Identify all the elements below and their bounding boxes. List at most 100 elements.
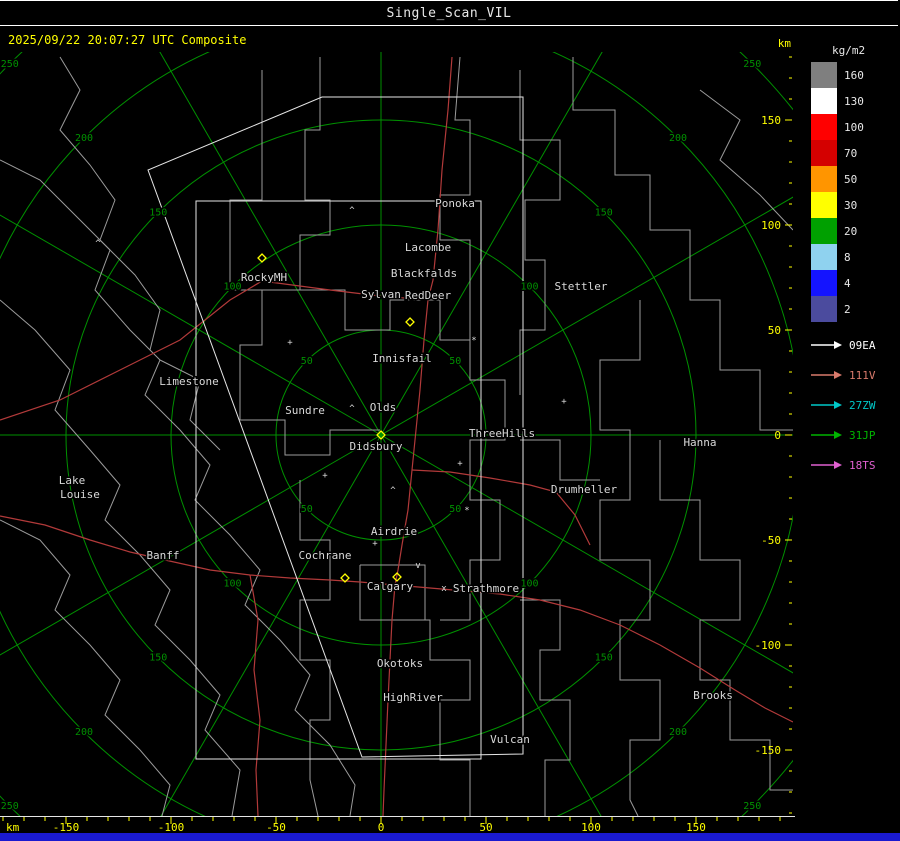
storm-track-id: 27ZW bbox=[849, 398, 876, 412]
county-boundary bbox=[229, 70, 263, 420]
city-label: Strathmore bbox=[453, 582, 519, 595]
city-label: Cochrane bbox=[299, 549, 352, 562]
right-axis-label: 50 bbox=[768, 324, 781, 337]
color-scale-row: 100 bbox=[811, 114, 899, 140]
city-label: Sylvan bbox=[361, 288, 401, 301]
range-ring-label: 100 bbox=[520, 578, 538, 589]
color-scale-value: 70 bbox=[844, 146, 858, 160]
range-ring-label: 200 bbox=[669, 133, 687, 144]
county-boundary bbox=[59, 56, 161, 351]
range-spoke bbox=[380, 52, 603, 436]
county-boundary bbox=[520, 439, 600, 481]
town-marker: + bbox=[287, 338, 293, 348]
range-ring-label: 250 bbox=[743, 59, 761, 70]
town-marker: ^ bbox=[95, 239, 101, 249]
county-boundary bbox=[599, 300, 661, 816]
right-axis-unit: km bbox=[778, 37, 792, 50]
range-ring-label: 100 bbox=[520, 282, 538, 293]
radar-site-marker bbox=[257, 253, 267, 263]
color-swatch bbox=[811, 192, 837, 218]
window-title: Single_Scan_VIL bbox=[386, 5, 512, 21]
county-boundary bbox=[440, 300, 506, 621]
city-label: Olds bbox=[370, 401, 397, 414]
range-ring-label: 100 bbox=[223, 282, 241, 293]
storm-track-row: 111V bbox=[811, 360, 899, 390]
color-scale-value: 130 bbox=[844, 94, 864, 108]
city-label: HighRiver bbox=[383, 691, 443, 704]
town-marker: x bbox=[441, 584, 447, 594]
town-marker: ^ bbox=[390, 486, 396, 496]
county-boundary bbox=[519, 70, 561, 395]
legend-unit-label: kg/m2 bbox=[832, 44, 866, 57]
range-ring-label: 150 bbox=[595, 653, 613, 664]
range-ring-label: 250 bbox=[1, 801, 19, 812]
town-marker: * bbox=[464, 506, 469, 516]
radar-display[interactable]: 50 5050 50100 100100 100150 150150 150200 20020… bbox=[0, 0, 900, 841]
city-label: Limestone bbox=[159, 375, 219, 388]
city-label: Brooks bbox=[693, 689, 733, 702]
right-axis-label: -150 bbox=[755, 744, 782, 757]
color-scale-row: 2 bbox=[811, 296, 899, 322]
right-axis-label: 0 bbox=[774, 429, 781, 442]
city-label: Lake bbox=[59, 474, 86, 487]
storm-track-id: 09EA bbox=[849, 338, 876, 352]
right-axis-label: 100 bbox=[761, 219, 781, 232]
right-axis-label: 150 bbox=[761, 114, 781, 127]
range-spoke bbox=[0, 214, 382, 436]
bottom-scrollbar[interactable] bbox=[0, 833, 900, 841]
city-label: Stettler bbox=[555, 280, 608, 293]
color-scale-row: 130 bbox=[811, 88, 899, 114]
color-scale-value: 2 bbox=[844, 302, 851, 316]
town-marker: + bbox=[372, 539, 378, 549]
city-label: Blackfalds bbox=[391, 267, 457, 280]
color-swatch bbox=[811, 296, 837, 322]
color-scale-row: 20 bbox=[811, 218, 899, 244]
color-scale-value: 100 bbox=[844, 120, 864, 134]
range-ring-label: 50 bbox=[449, 356, 461, 367]
county-boundary bbox=[572, 57, 793, 431]
color-swatch bbox=[811, 140, 837, 166]
town-marker: + bbox=[322, 471, 328, 481]
range-spoke bbox=[160, 434, 382, 816]
city-label: Ponoka bbox=[435, 197, 475, 210]
timestamp-label: 2025/09/22 20:07:27 UTC Composite bbox=[8, 33, 247, 47]
radar-site-marker bbox=[405, 317, 415, 327]
town-marker: + bbox=[561, 397, 567, 407]
right-axis-label: -50 bbox=[761, 534, 781, 547]
color-scale-row: 50 bbox=[811, 166, 899, 192]
county-boundary bbox=[520, 599, 571, 816]
storm-track-id: 31JP bbox=[849, 428, 876, 442]
right-axis-label: -100 bbox=[755, 639, 782, 652]
color-scale: 160 130 100 70 50 30 20 8 4 2 bbox=[811, 62, 899, 322]
county-boundary bbox=[380, 619, 471, 816]
storm-track-row: 09EA bbox=[811, 330, 899, 360]
range-ring-label: 200 bbox=[75, 727, 93, 738]
color-swatch bbox=[811, 244, 837, 270]
city-label: Innisfail bbox=[372, 352, 432, 365]
color-scale-value: 8 bbox=[844, 250, 851, 264]
county-boundary bbox=[159, 359, 221, 451]
legend-panel: kg/m2 160 130 100 70 50 30 20 8 4 2 09EA 111V 27ZW 3… bbox=[811, 44, 899, 480]
city-label: Banff bbox=[146, 549, 179, 562]
window-title-bar: Single_Scan_VIL bbox=[0, 0, 898, 26]
range-ring-label: 50 bbox=[301, 356, 313, 367]
range-ring-label: 150 bbox=[595, 207, 613, 218]
storm-track-id: 111V bbox=[849, 368, 876, 382]
storm-track-arrow-icon bbox=[811, 341, 842, 349]
storm-track-arrow-icon bbox=[811, 461, 842, 469]
color-swatch bbox=[811, 62, 837, 88]
range-ring-label: 150 bbox=[149, 653, 167, 664]
color-scale-value: 160 bbox=[844, 68, 864, 82]
city-label: Calgary bbox=[367, 580, 414, 593]
range-ring-label: 150 bbox=[149, 207, 167, 218]
storm-track-row: 31JP bbox=[811, 420, 899, 450]
city-label: RedDeer bbox=[405, 289, 452, 302]
color-scale-row: 30 bbox=[811, 192, 899, 218]
color-scale-row: 8 bbox=[811, 244, 899, 270]
range-ring-label: 50 bbox=[301, 504, 313, 515]
color-scale-value: 30 bbox=[844, 198, 858, 212]
storm-track-arrow-icon bbox=[811, 401, 842, 409]
city-label: Louise bbox=[60, 488, 100, 501]
scan-area-outline bbox=[147, 96, 524, 758]
city-label: RockyMH bbox=[241, 271, 287, 284]
